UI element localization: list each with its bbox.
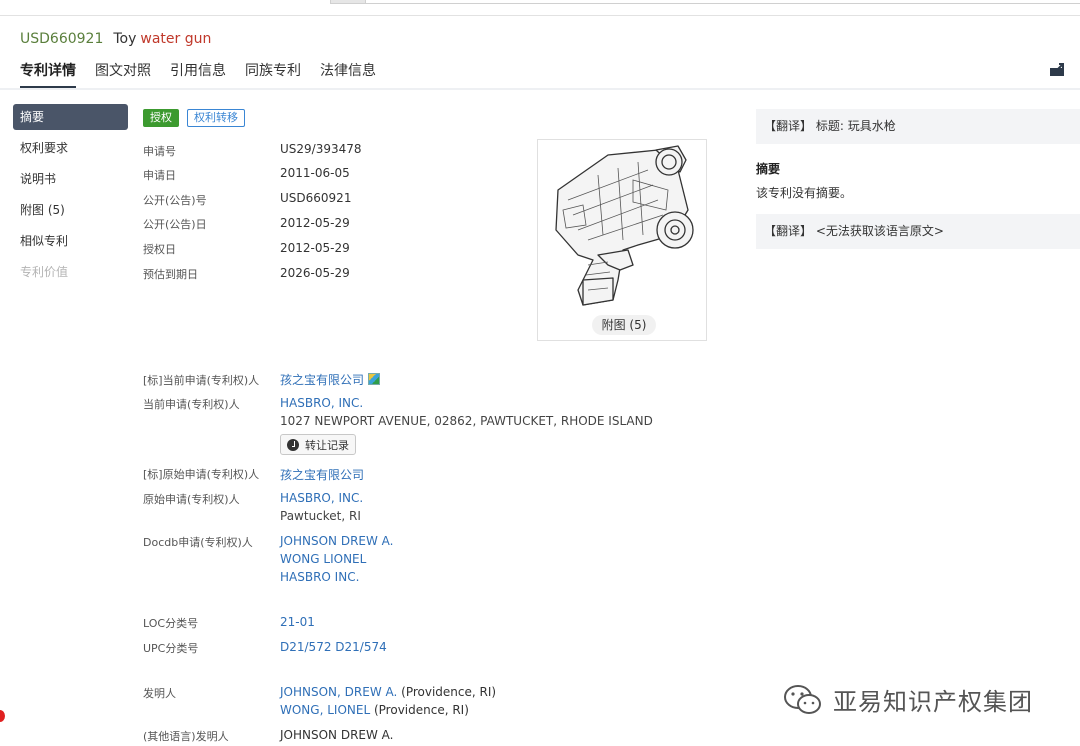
tab-legal[interactable]: 法律信息 (320, 60, 376, 88)
field-label: 预估到期日 (143, 268, 198, 281)
original-assignee-address: Pawtucket, RI (280, 509, 361, 523)
nav-value: 专利价值 (20, 265, 69, 279)
abstract-text: 该专利没有摘要。 (756, 186, 853, 200)
section-nav: 摘要 权利要求 说明书 附图 (5) 相似专利 专利价值 (13, 104, 128, 290)
upc-class-link[interactable]: D21/574 (335, 640, 386, 654)
field-label: [标]原始申请(专利权)人 (143, 468, 260, 481)
nav-similar[interactable]: 相似专利 (13, 228, 128, 259)
toolbar-button-stub[interactable] (330, 0, 366, 4)
field-value: 2026-05-29 (280, 266, 350, 280)
tab-family[interactable]: 同族专利 (245, 60, 301, 88)
translation-box-abstract: 【翻译】 <无法获取该语言原文> (756, 214, 1080, 249)
translation-text: <无法获取该语言原文> (815, 224, 944, 238)
field-label: UPC分类号 (143, 642, 199, 655)
field-value: US29/393478 (280, 142, 362, 156)
nav-claims[interactable]: 权利要求 (13, 135, 128, 166)
docdb-assignee-link[interactable]: WONG LIONEL (280, 552, 366, 566)
field-label: Docdb申请(专利权)人 (143, 536, 253, 549)
field-label: LOC分类号 (143, 617, 199, 630)
status-badge-transfer[interactable]: 权利转移 (187, 109, 245, 127)
inventor-link[interactable]: JOHNSON, DREW A. (280, 685, 397, 699)
field-label: (其他语言)发明人 (143, 730, 229, 743)
std-current-assignee: 孩之宝有限公司 (280, 371, 381, 388)
transfer-record-button[interactable]: 转让记录 (280, 434, 356, 455)
inventor-row: WONG, LIONEL (Providence, RI) (280, 703, 469, 717)
watermark-text: 亚易知识产权集团 (833, 688, 1033, 716)
docdb-assignee-link[interactable]: JOHNSON DREW A. (280, 534, 394, 548)
inventor-link[interactable]: WONG, LIONEL (280, 703, 370, 717)
field-label: 申请日 (143, 169, 176, 182)
inventor-place: (Providence, RI) (401, 685, 497, 699)
share-icon[interactable] (1050, 63, 1067, 76)
current-assignee-address: 1027 NEWPORT AVENUE, 02862, PAWTUCKET, R… (280, 414, 653, 428)
field-label: 公开(公告)日 (143, 218, 207, 231)
tabs-divider (0, 88, 1080, 90)
tab-text-image[interactable]: 图文对照 (95, 60, 151, 88)
field-label: 申请号 (143, 145, 176, 158)
toolbar-input-stub[interactable] (366, 0, 1080, 4)
transfer-record-label: 转让记录 (305, 438, 349, 452)
translation-text: 标题: 玩具水枪 (815, 119, 896, 133)
detail-tabs: 专利详情 图文对照 引用信息 同族专利 法律信息 (20, 60, 395, 90)
wechat-icon (784, 684, 821, 714)
status-badges: 授权 权利转移 (143, 109, 245, 127)
translation-tag: 【翻译】 (764, 224, 813, 238)
field-label: [标]当前申请(专利权)人 (143, 374, 260, 387)
field-value: USD660921 (280, 191, 352, 205)
clock-icon (287, 438, 299, 451)
translation-box-title: 【翻译】 标题: 玩具水枪 (756, 109, 1080, 144)
field-label: 发明人 (143, 687, 176, 700)
other-lang-inventor: JOHNSON DREW A. (280, 728, 394, 742)
field-value: 2012-05-29 (280, 216, 350, 230)
field-label: 原始申请(专利权)人 (143, 493, 240, 506)
std-original-assignee-link[interactable]: 孩之宝有限公司 (280, 466, 364, 483)
current-assignee-link[interactable]: HASBRO, INC. (280, 396, 363, 410)
std-current-assignee-link[interactable]: 孩之宝有限公司 (280, 373, 364, 387)
abstract-heading: 摘要 (756, 162, 781, 176)
company-flag-icon (368, 373, 381, 385)
field-label: 当前申请(专利权)人 (143, 398, 240, 411)
status-badge-granted: 授权 (143, 109, 179, 127)
watermark: 亚易知识产权集团 (783, 682, 1033, 717)
top-toolbar (0, 0, 1080, 16)
notification-dot (0, 710, 5, 722)
upc-class-link[interactable]: D21/572 (280, 640, 331, 654)
title-part1: Toy (113, 31, 137, 47)
docdb-assignee-link[interactable]: HASBRO INC. (280, 570, 359, 584)
nav-abstract[interactable]: 摘要 (13, 104, 128, 130)
water-gun-drawing-icon (555, 145, 694, 306)
figure-caption: 附图 (5) (592, 315, 656, 335)
original-assignee-link[interactable]: HASBRO, INC. (280, 491, 363, 505)
field-label: 授权日 (143, 243, 176, 256)
patent-figure[interactable]: 附图 (5) (537, 139, 707, 341)
translation-tag: 【翻译】 (764, 119, 813, 133)
tab-patent-detail[interactable]: 专利详情 (20, 60, 76, 88)
nav-figures[interactable]: 附图 (5) (13, 197, 128, 228)
field-label: 公开(公告)号 (143, 194, 207, 207)
inventor-row: JOHNSON, DREW A. (Providence, RI) (280, 685, 496, 699)
field-value: 2011-06-05 (280, 166, 350, 180)
title-part2: water gun (140, 31, 212, 47)
upc-class-values: D21/572 D21/574 (280, 640, 387, 654)
tab-citation[interactable]: 引用信息 (170, 60, 226, 88)
nav-description[interactable]: 说明书 (13, 166, 128, 197)
inventor-place: (Providence, RI) (373, 703, 469, 717)
patent-number: USD660921 (20, 31, 104, 47)
loc-class-link[interactable]: 21-01 (280, 615, 315, 629)
field-value: 2012-05-29 (280, 241, 350, 255)
patent-title: USD660921 Toy water gun (20, 31, 211, 47)
